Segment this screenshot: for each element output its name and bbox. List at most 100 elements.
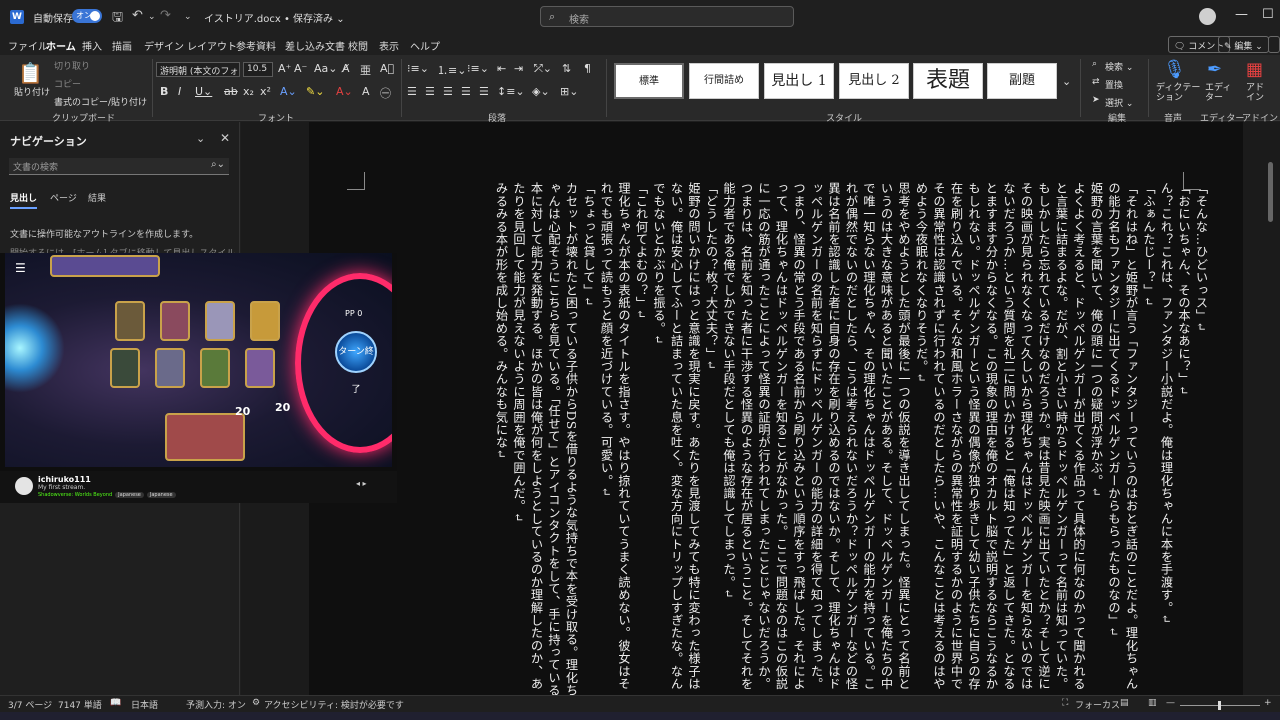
document-paragraph[interactable]: 理化ちゃんが本の表紙のタイトルを指さす。やはり掠れていてうまく読めない。彼女はそ… — [597, 182, 632, 702]
find-icon[interactable]: ⌕ — [1092, 59, 1097, 69]
strikethrough-icon[interactable]: ab — [224, 85, 238, 98]
font-color-icon[interactable]: A⌄ — [336, 85, 353, 98]
zoom-out-icon[interactable]: — — [1166, 698, 1175, 708]
tab-draw[interactable]: 描画 — [112, 38, 132, 53]
stream-video-overlay[interactable]: ☰ ターン終了 PP 0 20 20 ichiruko111 My first … — [0, 253, 397, 503]
word-count[interactable]: 7147 単語 — [58, 698, 102, 711]
microphone-icon[interactable]: 🎙 — [1163, 59, 1186, 80]
language-indicator[interactable]: 日本語 — [131, 698, 158, 711]
document-text[interactable]: 「そんな…ひどいっス」↵ 「おにいちゃん、その本なあに？」↵ ん？これ？これは、ファ… — [449, 182, 1209, 702]
highlight-icon[interactable]: ✎⌄ — [306, 85, 324, 98]
nav-tab-results[interactable]: 結果 — [88, 191, 106, 204]
font-size-box[interactable]: 10.5 — [243, 62, 273, 77]
undo-dropdown-icon[interactable]: ⌄ — [148, 12, 156, 22]
multilevel-list-icon[interactable]: ⁝≡⌄ — [467, 62, 489, 75]
nav-tab-headings[interactable]: 見出し — [10, 191, 38, 209]
text-effects-icon[interactable]: A⌄ — [280, 85, 297, 98]
bold-icon[interactable]: B — [160, 85, 168, 98]
document-paragraph[interactable]: 「どうしたの？枚？大丈夫？」↵ — [702, 182, 720, 702]
style-no-spacing[interactable]: 行間詰め — [689, 63, 759, 99]
paste-label[interactable]: 貼り付け — [14, 85, 50, 98]
document-paragraph[interactable]: 思考をやめようとした頭が最後に一つの仮説を導き出してしまった。怪異にとって名前と… — [719, 182, 912, 702]
style-title[interactable]: 表題 — [913, 63, 983, 99]
cut-button[interactable]: 切り取り — [54, 59, 90, 72]
document-paragraph[interactable]: 「ちょっと貸して」↵ — [579, 182, 597, 702]
change-case-icon[interactable]: Aa⌄ — [314, 62, 337, 75]
print-layout-icon[interactable]: ▥ — [1148, 698, 1157, 708]
autosave-toggle[interactable]: オン — [72, 9, 102, 23]
align-left-icon[interactable]: ☰ — [407, 85, 417, 98]
bullets-icon[interactable]: ⁝≡⌄ — [407, 62, 429, 75]
shading-icon[interactable]: ◈⌄ — [532, 85, 550, 98]
search-box[interactable]: ⌕ 検索 — [540, 6, 794, 27]
increase-indent-icon[interactable]: ⇥ — [514, 62, 523, 75]
tab-insert[interactable]: 挿入 — [82, 38, 102, 53]
superscript-icon[interactable]: x² — [260, 85, 271, 98]
style-subtitle[interactable]: 副題 — [987, 63, 1057, 99]
scroll-thumb[interactable] — [1268, 162, 1273, 222]
document-paragraph[interactable]: 「ふぁんたじー？」↵ — [1139, 182, 1157, 702]
clear-formatting-icon[interactable]: A̸ — [342, 62, 350, 75]
accessibility-status[interactable]: アクセシビリティ: 検討が必要です — [264, 698, 404, 711]
editor-icon[interactable]: ✒ — [1207, 59, 1222, 80]
document-paragraph[interactable]: カセットが壊れたと困っている子供からDSを借りるような気持ちで本を受け取る。理化… — [509, 182, 579, 702]
distributed-icon[interactable]: ☰ — [479, 85, 489, 98]
document-paragraph[interactable]: みるみる本が形を成し始める。みんなも気にな↵ — [492, 182, 510, 702]
select-button[interactable]: 選択 ⌄ — [1105, 96, 1133, 109]
character-border-icon[interactable]: ㊀ — [380, 85, 391, 101]
font-name-box[interactable]: 游明朝 (本文のフォン — [156, 62, 240, 77]
format-painter-button[interactable]: 書式のコピー/貼り付け — [54, 95, 147, 108]
editor-button[interactable]: エディ ター — [1205, 83, 1231, 103]
search-icon[interactable]: ⌕⌄ — [211, 159, 225, 170]
document-paragraph[interactable]: 「それはね」と姫野が言う「ファンタジーっていうのはおとぎ話のことだよ。理化ちゃん… — [1104, 182, 1139, 702]
vertical-scrollbar[interactable] — [1266, 122, 1276, 695]
tab-file[interactable]: ファイル — [8, 38, 48, 53]
style-normal[interactable]: 標準 — [614, 63, 684, 99]
page-count[interactable]: 3/7 ページ — [8, 698, 52, 711]
document-title[interactable]: イストリア.docx • 保存済み ⌄ — [204, 10, 345, 25]
addins-button[interactable]: アド イン — [1246, 83, 1264, 103]
tab-layout[interactable]: レイアウト — [187, 38, 237, 53]
enclose-characters-icon[interactable]: A⃞ — [380, 62, 394, 75]
read-mode-icon[interactable]: ▤ — [1120, 698, 1129, 708]
nav-options-icon[interactable]: ⌄ — [196, 132, 205, 145]
tab-references[interactable]: 参考資料 — [236, 38, 276, 53]
borders-icon[interactable]: ⊞⌄ — [560, 85, 578, 98]
tab-review[interactable]: 校閲 — [348, 38, 368, 53]
document-paragraph[interactable]: 姫野の問いかけにはっと意識を現実に戻す。あたりを見渡してみても特に変わった様子は… — [649, 182, 702, 702]
document-paragraph[interactable]: 姫野の言葉を聞いて、俺の頭に一つの疑問が浮かぶ。↵ — [1087, 182, 1105, 702]
dictate-button[interactable]: ディクテー ション — [1156, 83, 1200, 103]
italic-icon[interactable]: I — [178, 85, 181, 98]
edit-mode-button[interactable]: ✎ 編集 ⌄ — [1218, 36, 1269, 53]
minimize-icon[interactable]: — — [1235, 7, 1248, 22]
nav-search-input[interactable]: 文書の検索 ⌕⌄ — [9, 158, 229, 175]
nav-tab-pages[interactable]: ページ — [50, 191, 77, 204]
maximize-icon[interactable]: ☐ — [1262, 7, 1274, 22]
avatar[interactable] — [1199, 8, 1216, 25]
copy-button[interactable]: コピー — [54, 77, 81, 90]
show-marks-icon[interactable]: ¶ — [584, 62, 591, 75]
tab-mailings[interactable]: 差し込み文書 — [285, 38, 345, 53]
asian-layout-icon[interactable]: ⤱⌄ — [534, 62, 552, 76]
proofing-icon[interactable]: 📖 — [110, 698, 121, 708]
document-paragraph[interactable]: 「そんな…ひどいっス」↵ — [1192, 182, 1210, 702]
undo-icon[interactable]: ↶ — [132, 8, 143, 23]
numbering-icon[interactable]: ⒈≡⌄ — [437, 62, 466, 78]
document-paragraph[interactable]: ん？これ？これは、ファンタジー小説だよ。俺は理化ちゃんに本を手渡す。↵ — [1157, 182, 1175, 702]
zoom-in-icon[interactable]: + — [1264, 698, 1272, 708]
document-paragraph[interactable]: よくよく考えると、ドッペルゲンガーが出てくる作品って具体的に何なのかって聞かれる… — [912, 182, 1087, 702]
styles-gallery-more-icon[interactable]: ⌄ — [1062, 75, 1071, 88]
phonetic-guide-icon[interactable]: 亜 — [360, 62, 371, 78]
customize-qat-icon[interactable]: ⌄ — [184, 12, 192, 22]
addins-icon[interactable]: ▦ — [1246, 59, 1263, 80]
paste-icon[interactable]: 📋 — [18, 61, 43, 85]
focus-mode-button[interactable]: フォーカス — [1075, 698, 1120, 711]
line-spacing-icon[interactable]: ↕≡⌄ — [497, 85, 525, 98]
close-icon[interactable]: ✕ — [220, 131, 230, 145]
tab-home[interactable]: ホーム — [46, 38, 76, 57]
character-shading-icon[interactable]: A — [362, 85, 370, 98]
document-paragraph[interactable]: 「これ何てよむの？」↵ — [632, 182, 650, 702]
document-page[interactable]: 「そんな…ひどいっス」↵ 「おにいちゃん、その本なあに？」↵ ん？これ？これは、ファ… — [309, 122, 1243, 697]
replace-button[interactable]: 置換 — [1105, 78, 1123, 91]
save-icon[interactable]: 🖫 — [112, 8, 123, 30]
